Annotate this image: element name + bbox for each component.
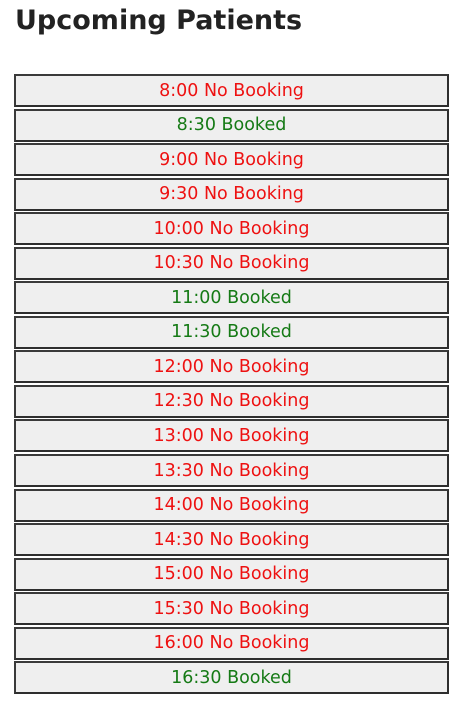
slot-button-1200[interactable]: 12:00 No Booking: [14, 350, 449, 384]
slot-button-1100[interactable]: 11:00 Booked: [14, 281, 449, 315]
page-title: Upcoming Patients: [15, 5, 303, 36]
slot-button-1400[interactable]: 14:00 No Booking: [14, 488, 449, 522]
slot-button-1130[interactable]: 11:30 Booked: [14, 315, 449, 349]
appointment-slot-list: 8:00 No Booking 8:30 Booked 9:00 No Book…: [14, 74, 449, 696]
slot-button-1530[interactable]: 15:30 No Booking: [14, 592, 449, 626]
slot-button-1630[interactable]: 16:30 Booked: [14, 661, 449, 695]
slot-button-1600[interactable]: 16:00 No Booking: [14, 626, 449, 660]
slot-button-0800[interactable]: 8:00 No Booking: [14, 74, 449, 107]
slot-button-0900[interactable]: 9:00 No Booking: [14, 143, 449, 177]
slot-button-1230[interactable]: 12:30 No Booking: [14, 384, 449, 418]
slot-button-1430[interactable]: 14:30 No Booking: [14, 523, 449, 557]
slot-button-1300[interactable]: 13:00 No Booking: [14, 419, 449, 453]
slot-button-0930[interactable]: 9:30 No Booking: [14, 177, 449, 211]
slot-button-1500[interactable]: 15:00 No Booking: [14, 557, 449, 591]
slot-button-1000[interactable]: 10:00 No Booking: [14, 212, 449, 246]
slot-button-1330[interactable]: 13:30 No Booking: [14, 454, 449, 488]
slot-button-1030[interactable]: 10:30 No Booking: [14, 246, 449, 280]
slot-button-0830[interactable]: 8:30 Booked: [14, 108, 449, 142]
